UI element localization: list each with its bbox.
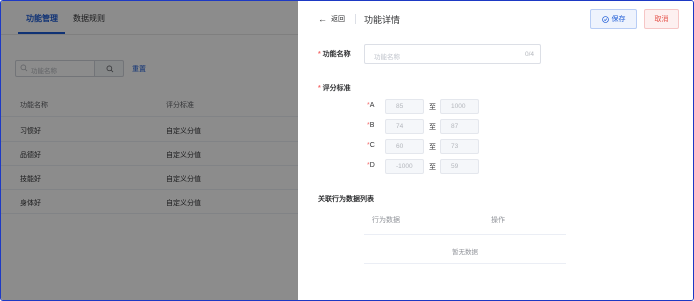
grade-min-input[interactable]: 60 (385, 139, 424, 154)
score-standard-label: * 评分标准 (318, 83, 351, 93)
grade-letter: *A (367, 102, 375, 109)
grade-max-input[interactable]: 73 (440, 139, 479, 154)
grade-min-input[interactable]: 85 (385, 99, 424, 114)
grade-min-value: 74 (396, 123, 404, 130)
name-placeholder: 功能名称 (374, 54, 400, 61)
cancel-label: 取消 (654, 16, 669, 23)
name-field-label: * 功能名称 (318, 49, 351, 59)
grade-min-value: 60 (396, 143, 404, 150)
empty-state-text: 暂无数据 (452, 249, 478, 256)
grade-letter: *C (367, 142, 375, 149)
column-header-action: 操作 (491, 217, 505, 224)
grade-max-value: 87 (451, 123, 459, 130)
grade-row-d: *D -1000 至 59 (298, 159, 693, 174)
range-separator: 至 (429, 144, 436, 151)
detail-drawer: ← 返回 功能详情 保存 取消 * 功能名称 功能名称 0/4 * 评分标准 *… (298, 1, 693, 300)
grade-min-input[interactable]: -1000 (385, 159, 424, 174)
check-circle-icon (601, 15, 609, 23)
grade-row-c: *C 60 至 73 (298, 139, 693, 154)
grade-min-value: 85 (396, 103, 404, 110)
save-label: 保存 (611, 16, 626, 23)
back-label: 返回 (331, 16, 345, 23)
grade-max-input[interactable]: 59 (440, 159, 479, 174)
list-bottom-divider (364, 263, 566, 264)
header-divider (355, 14, 356, 24)
cancel-button[interactable]: 取消 (644, 9, 679, 29)
list-header-divider (364, 234, 566, 235)
grade-letter: *D (367, 162, 375, 169)
grade-max-input[interactable]: 87 (440, 119, 479, 134)
grade-row-b: *B 74 至 87 (298, 119, 693, 134)
drawer-title: 功能详情 (364, 15, 401, 25)
char-counter: 0/4 (524, 51, 534, 58)
range-separator: 至 (429, 164, 436, 171)
grade-min-value: -1000 (396, 163, 413, 170)
grade-max-value: 1000 (451, 103, 466, 110)
range-separator: 至 (429, 104, 436, 111)
score-standard-label-text: 评分标准 (322, 85, 351, 92)
behavior-list-title: 关联行为数据列表 (318, 196, 374, 203)
grade-row-a: *A 85 至 1000 (298, 99, 693, 114)
grade-letter: *B (367, 122, 375, 129)
column-header-behavior: 行为数据 (372, 217, 400, 224)
grade-min-input[interactable]: 74 (385, 119, 424, 134)
arrow-left-icon: ← (318, 13, 327, 24)
grade-max-value: 59 (451, 163, 459, 170)
name-field-label-text: 功能名称 (322, 51, 351, 58)
grade-max-value: 73 (451, 143, 459, 150)
app-window: 功能管理 数据规则 功能名称 重置 功能名称 评分标准 习惯好 自定义分值 品德… (0, 0, 694, 301)
range-separator: 至 (429, 124, 436, 131)
back-button[interactable]: ← 返回 (318, 14, 345, 24)
function-name-input[interactable]: 功能名称 0/4 (364, 44, 541, 64)
grade-max-input[interactable]: 1000 (440, 99, 479, 114)
save-button[interactable]: 保存 (590, 9, 637, 29)
